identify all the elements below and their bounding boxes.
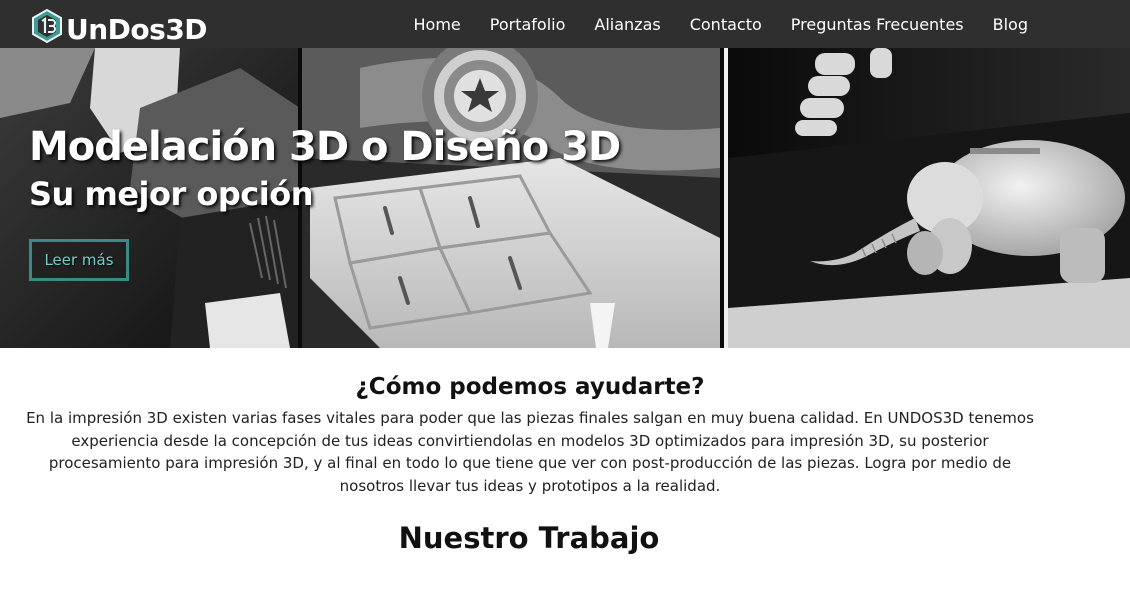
hero-title: Modelación 3D o Diseño 3D xyxy=(29,124,621,170)
work-section-title: Nuestro Trabajo xyxy=(398,521,660,555)
hero-banner: Modelación 3D o Diseño 3D Su mejor opció… xyxy=(0,48,1130,348)
nav-blog[interactable]: Blog xyxy=(993,15,1028,34)
hero-subtitle: Su mejor opción xyxy=(29,175,313,213)
read-more-button[interactable]: Leer más xyxy=(29,239,129,281)
nav-alianzas[interactable]: Alianzas xyxy=(594,15,660,34)
brand-name: UnDos3D xyxy=(66,13,208,46)
help-section-title: ¿Cómo podemos ayudarte? xyxy=(355,374,705,400)
cube-logo-icon xyxy=(32,9,62,43)
brand-link[interactable]: UnDos3D xyxy=(30,7,208,46)
nav-home[interactable]: Home xyxy=(414,15,461,34)
navbar: UnDos3D Home Portafolio Alianzas Contact… xyxy=(0,0,1130,48)
nav-contacto[interactable]: Contacto xyxy=(690,15,762,34)
nav-preguntas-frecuentes[interactable]: Preguntas Frecuentes xyxy=(791,15,964,34)
nav-portafolio[interactable]: Portafolio xyxy=(490,15,566,34)
help-section-text: En la impresión 3D existen varias fases … xyxy=(26,409,1034,495)
main-nav: Home Portafolio Alianzas Contacto Pregun… xyxy=(385,0,1028,48)
